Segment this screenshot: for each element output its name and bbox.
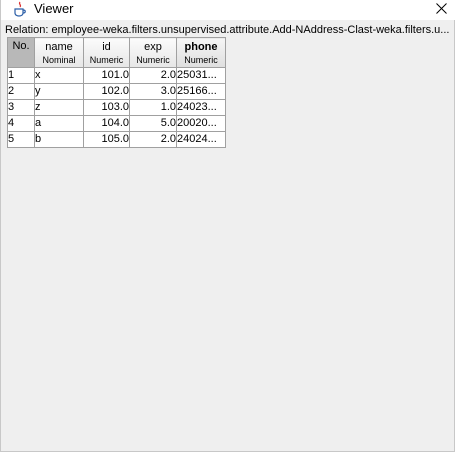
column-header-label: exp: [144, 41, 162, 53]
column-type-label: Numeric: [89, 55, 124, 65]
table-row[interactable]: 5 b 105.0 2.0 24024...: [7, 131, 226, 148]
title-bar[interactable]: Viewer: [1, 0, 455, 20]
cell-exp[interactable]: 3.0: [129, 83, 177, 100]
row-number: 2: [7, 83, 35, 100]
relation-label: Relation: employee-weka.filters.unsuperv…: [5, 24, 450, 36]
column-header-label: No.: [12, 40, 30, 52]
cell-name[interactable]: z: [34, 99, 84, 116]
cell-id[interactable]: 102.0: [83, 83, 130, 100]
cell-phone[interactable]: 24023...: [176, 99, 226, 116]
cell-phone[interactable]: 25166...: [176, 83, 226, 100]
cell-phone[interactable]: 25031...: [176, 67, 226, 84]
column-header-phone[interactable]: phone Numeric: [176, 37, 226, 68]
column-header-no[interactable]: No.: [7, 37, 35, 68]
column-type-label: Numeric: [184, 55, 218, 65]
data-table: No. name Nominal id Numeric exp Numeric: [7, 37, 226, 148]
column-type-label: Nominal: [42, 55, 76, 65]
cell-phone[interactable]: 24024...: [176, 131, 226, 148]
table-row[interactable]: 3 z 103.0 1.0 24023...: [7, 99, 226, 116]
cell-id[interactable]: 104.0: [83, 115, 130, 132]
row-number: 3: [7, 99, 35, 116]
cell-phone[interactable]: 20020...: [176, 115, 226, 132]
column-header-label: phone: [184, 41, 218, 53]
column-type-label: Numeric: [136, 55, 170, 65]
row-number: 5: [7, 131, 35, 148]
cell-name[interactable]: y: [34, 83, 84, 100]
row-number: 1: [7, 67, 35, 84]
cell-exp[interactable]: 2.0: [129, 131, 177, 148]
cell-id[interactable]: 101.0: [83, 67, 130, 84]
close-button[interactable]: [426, 0, 455, 18]
column-header-exp[interactable]: exp Numeric: [129, 37, 177, 68]
cell-name[interactable]: x: [34, 67, 84, 84]
column-header-label: id: [102, 41, 111, 53]
column-header-id[interactable]: id Numeric: [83, 37, 130, 68]
viewer-window: Viewer Relation: employee-weka.filters.u…: [0, 0, 455, 452]
window-title: Viewer: [34, 1, 74, 16]
column-header-label: name: [45, 41, 73, 53]
cell-exp[interactable]: 1.0: [129, 99, 177, 116]
java-cup-icon: [12, 1, 28, 17]
cell-id[interactable]: 105.0: [83, 131, 130, 148]
cell-name[interactable]: a: [34, 115, 84, 132]
close-icon: [436, 3, 447, 14]
table-row[interactable]: 4 a 104.0 5.0 20020...: [7, 115, 226, 132]
data-table-area[interactable]: No. name Nominal id Numeric exp Numeric: [7, 37, 454, 450]
cell-name[interactable]: b: [34, 131, 84, 148]
cell-exp[interactable]: 2.0: [129, 67, 177, 84]
table-row[interactable]: 1 x 101.0 2.0 25031...: [7, 67, 226, 84]
row-number: 4: [7, 115, 35, 132]
column-header-name[interactable]: name Nominal: [34, 37, 84, 68]
table-row[interactable]: 2 y 102.0 3.0 25166...: [7, 83, 226, 100]
cell-exp[interactable]: 5.0: [129, 115, 177, 132]
cell-id[interactable]: 103.0: [83, 99, 130, 116]
